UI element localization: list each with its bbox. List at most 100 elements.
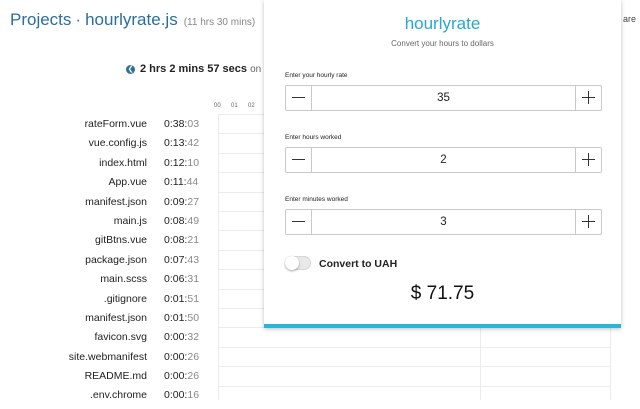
hours-increment-button[interactable]: [575, 148, 601, 172]
hourly-rate-stepper: 35: [285, 85, 602, 111]
file-time: 0:07:43: [164, 254, 199, 273]
minutes-worked-label: Enter minutes worked: [285, 196, 348, 203]
project-total-time: (11 hrs 30 mins): [183, 17, 256, 28]
grid-line: [218, 346, 610, 348]
file-row: vue.config.js 0:13:42: [0, 137, 205, 156]
file-name[interactable]: index.html: [0, 157, 147, 176]
grid-line: [218, 114, 219, 400]
file-name[interactable]: favicon.svg: [0, 331, 147, 350]
hourlyrate-popup: hourlyrate Convert your hours to dollars…: [264, 0, 621, 328]
file-row: App.vue 0:11:44: [0, 176, 205, 195]
file-row: package.json 0:07:43: [0, 254, 205, 273]
file-name[interactable]: manifest.json: [0, 312, 147, 331]
hours-worked-stepper: 2: [285, 147, 602, 173]
minutes-increment-button[interactable]: [575, 210, 601, 234]
file-time: 0:00:26: [164, 351, 199, 370]
file-time: 0:09:27: [164, 196, 199, 215]
file-time-seconds: 26: [187, 370, 200, 383]
file-name[interactable]: README.md: [0, 370, 147, 389]
chevron-left-icon[interactable]: ❮: [126, 64, 135, 74]
file-name[interactable]: gitBtns.vue: [0, 234, 147, 253]
file-time-seconds: 50: [187, 311, 200, 324]
file-row: .env.chrome 0:00:16: [0, 389, 205, 408]
file-time-main: 0:00:: [164, 350, 188, 363]
file-time-seconds: 42: [187, 137, 200, 150]
file-time-main: 0:08:: [164, 234, 188, 247]
hour-label: 02: [248, 103, 255, 109]
file-time-seconds: 49: [187, 214, 200, 227]
file-time: 0:00:16: [164, 389, 199, 408]
file-time: 0:06:31: [164, 273, 199, 292]
file-time-seconds: 51: [187, 292, 200, 305]
minus-icon: [292, 221, 305, 222]
file-time-seconds: 27: [187, 195, 200, 208]
file-time-seconds: 31: [187, 273, 200, 286]
file-row: gitBtns.vue 0:08:21: [0, 234, 205, 253]
file-time-main: 0:01:: [164, 311, 188, 324]
hours-worked-input[interactable]: 2: [312, 148, 575, 172]
file-row: main.scss 0:06:31: [0, 273, 205, 292]
file-row: site.webmanifest 0:00:26: [0, 351, 205, 370]
file-time-main: 0:00:: [164, 370, 188, 383]
file-time-seconds: 21: [187, 234, 200, 247]
file-name[interactable]: .gitignore: [0, 293, 147, 312]
file-name[interactable]: package.json: [0, 254, 147, 273]
hour-label: 00: [214, 103, 221, 109]
hourly-rate-label: Enter your hourly rate: [285, 72, 348, 79]
popup-title: hourlyrate: [404, 14, 481, 33]
file-time-main: 0:08:: [164, 214, 188, 227]
minutes-worked-input[interactable]: 3: [312, 210, 575, 234]
minus-icon: [292, 159, 305, 160]
file-time: 0:01:50: [164, 312, 199, 331]
file-time-seconds: 26: [187, 350, 200, 363]
projects-link[interactable]: Projects: [10, 10, 71, 29]
rate-decrement-button[interactable]: [286, 86, 312, 110]
file-row: index.html 0:12:10: [0, 157, 205, 176]
file-row: .gitignore 0:01:51: [0, 293, 205, 312]
rate-increment-button[interactable]: [575, 86, 601, 110]
file-name[interactable]: .env.chrome: [0, 389, 147, 408]
file-time: 0:13:42: [164, 137, 199, 156]
hours-decrement-button[interactable]: [286, 148, 312, 172]
file-time-seconds: 43: [187, 253, 200, 266]
convert-uah-label: Convert to UAH: [319, 258, 398, 270]
file-time-main: 0:01:: [164, 292, 188, 305]
file-row: rateForm.vue 0:38:03: [0, 118, 205, 137]
file-time-seconds: 10: [187, 156, 200, 169]
convert-uah-toggle[interactable]: [285, 256, 311, 270]
file-row: README.md 0:00:26: [0, 370, 205, 389]
file-time-main: 0:11:: [164, 176, 187, 189]
file-name[interactable]: main.scss: [0, 273, 147, 292]
file-row: favicon.svg 0:00:32: [0, 331, 205, 350]
file-time-seconds: 44: [186, 176, 199, 189]
minutes-decrement-button[interactable]: [286, 210, 312, 234]
file-name[interactable]: main.js: [0, 215, 147, 234]
page-header: Projects · hourlyrate.js (11 hrs 30 mins): [10, 10, 255, 30]
file-time: 0:11:44: [164, 176, 198, 195]
file-name[interactable]: manifest.json: [0, 196, 147, 215]
file-time: 0:08:21: [164, 234, 199, 253]
file-name[interactable]: rateForm.vue: [0, 118, 147, 137]
hour-axis: 00 01 02: [214, 103, 265, 109]
popup-subtitle: Convert your hours to dollars: [391, 39, 494, 48]
file-row: main.js 0:08:49: [0, 215, 205, 234]
day-duration: 2 hrs 2 mins 57 secs: [140, 63, 248, 75]
file-list: rateForm.vue 0:38:03 vue.config.js 0:13:42 i…: [0, 118, 205, 409]
minus-icon: [292, 97, 305, 98]
file-time: 0:00:26: [164, 370, 199, 389]
result-amount: $ 71.75: [410, 283, 475, 304]
file-time: 0:12:10: [164, 157, 199, 176]
plus-icon-stem: [588, 153, 589, 166]
file-time-seconds: 03: [187, 118, 200, 130]
file-name[interactable]: vue.config.js: [0, 137, 147, 156]
file-name[interactable]: site.webmanifest: [0, 351, 147, 370]
plus-icon-stem: [588, 215, 589, 228]
file-time-main: 0:09:: [164, 195, 188, 208]
hourly-rate-input[interactable]: 35: [312, 86, 575, 110]
file-time: 0:01:51: [164, 293, 199, 312]
header-right-fragment[interactable]: are: [623, 14, 636, 24]
file-time-main: 0:00:: [164, 331, 188, 344]
file-time-main: 0:38:: [164, 118, 188, 130]
summary-on-text: on: [250, 64, 262, 75]
file-name[interactable]: App.vue: [0, 176, 147, 195]
